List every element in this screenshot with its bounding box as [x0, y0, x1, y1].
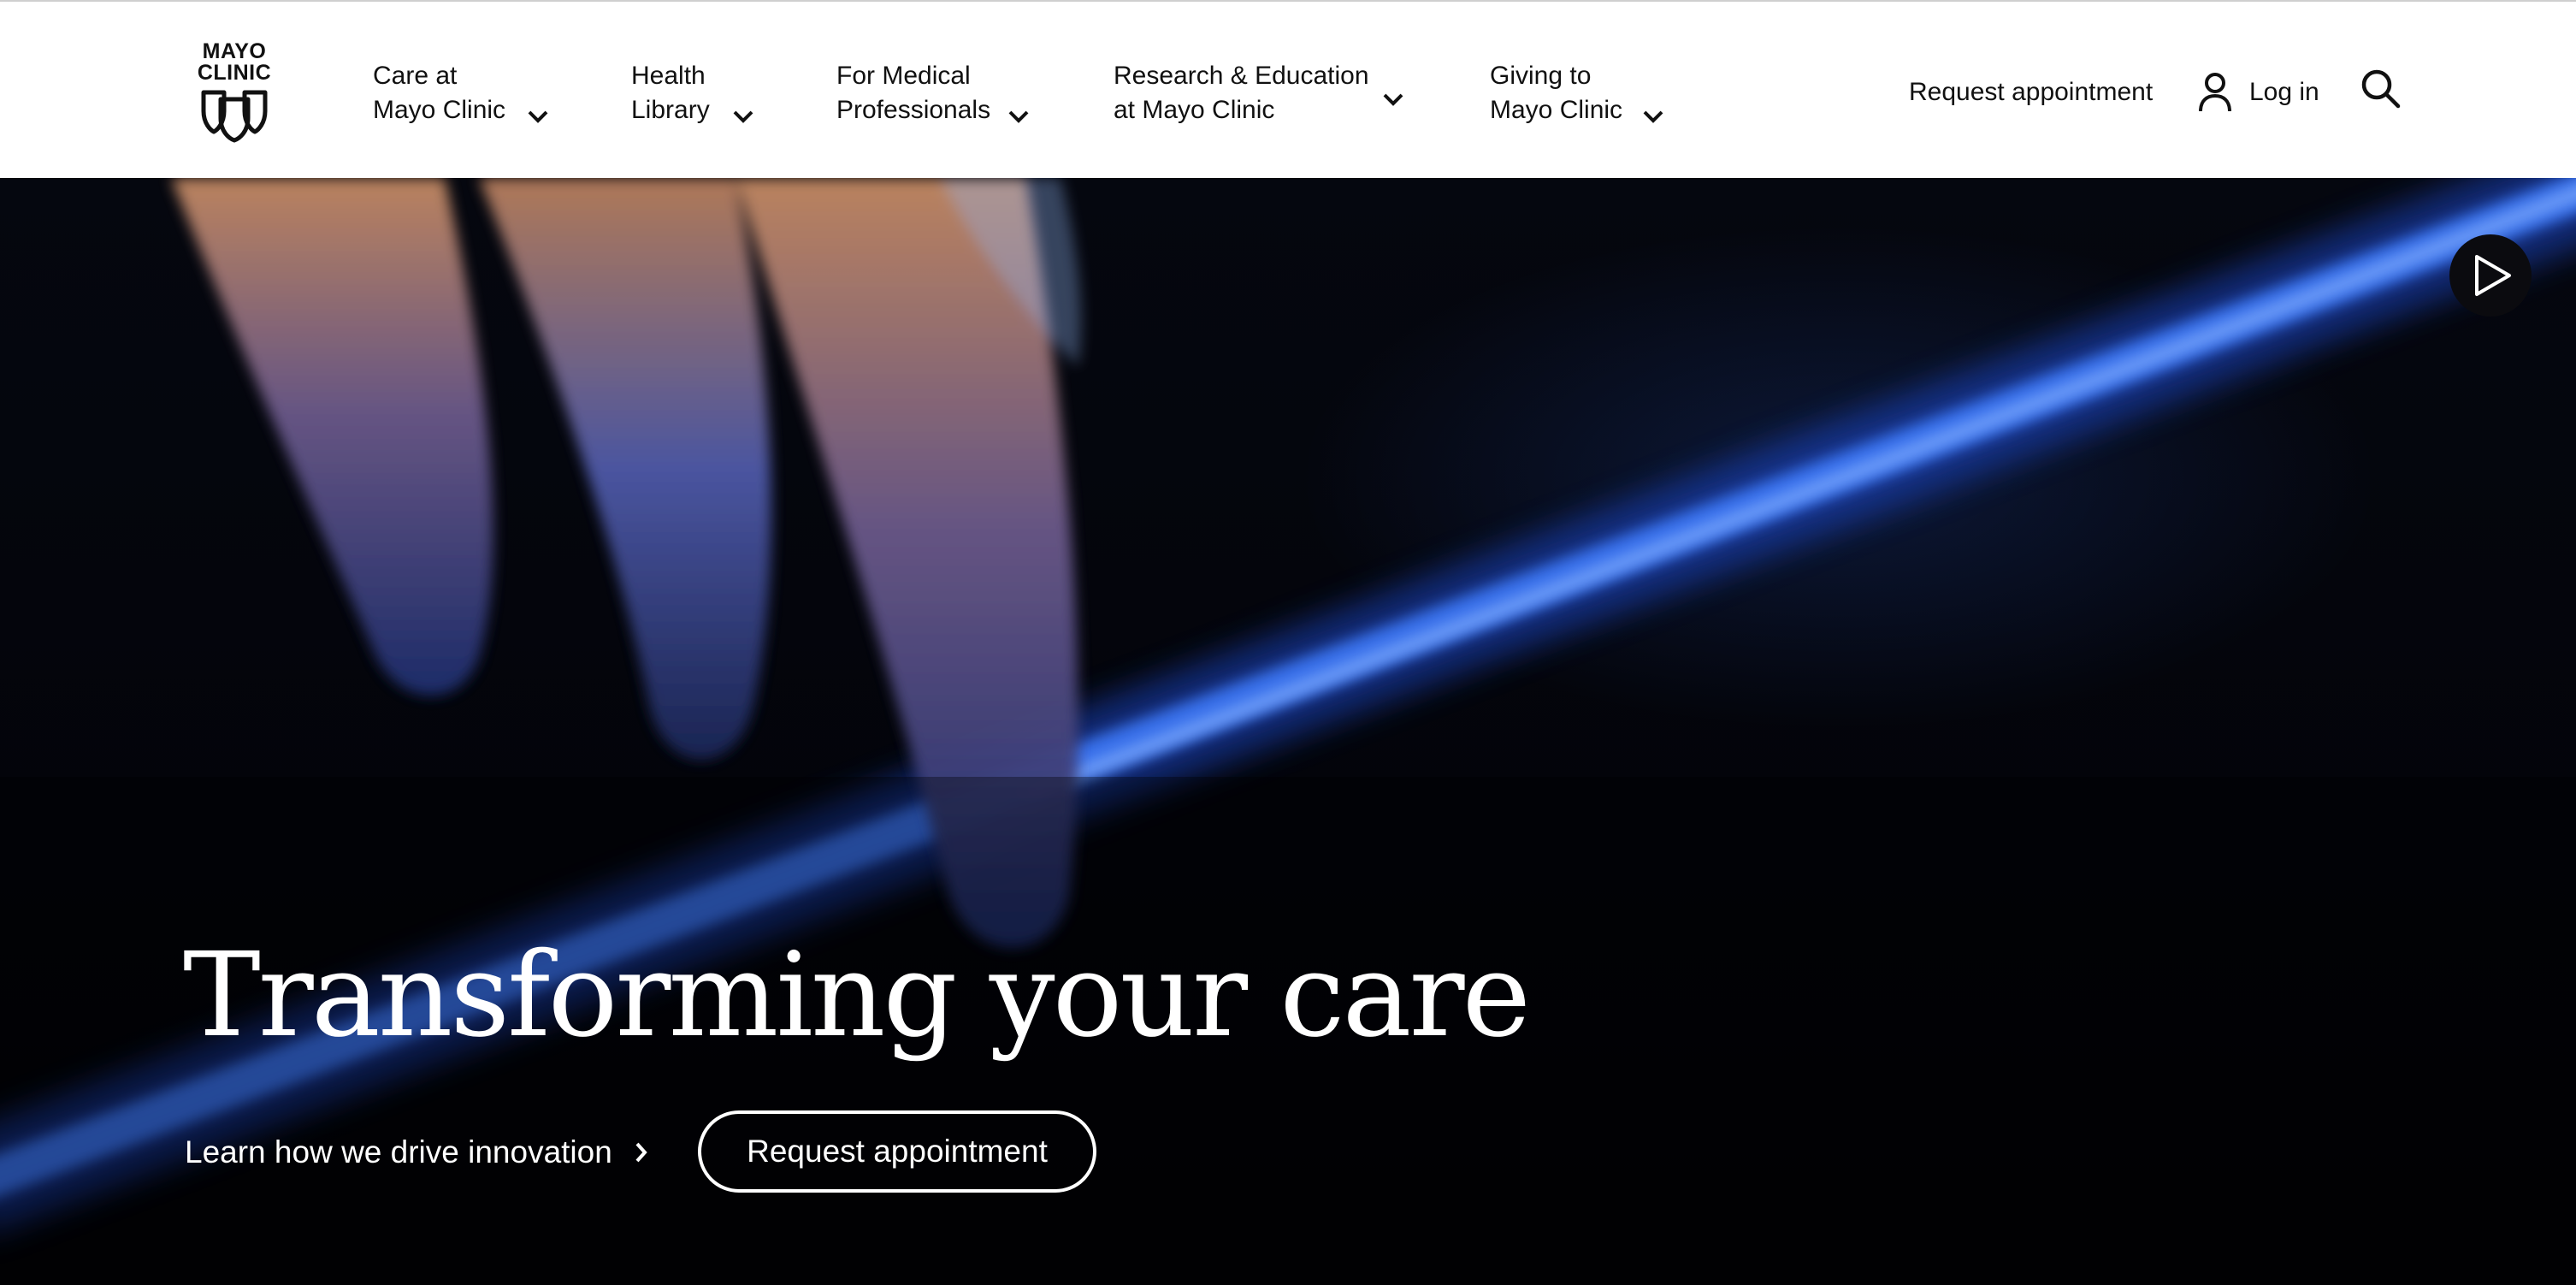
login-link[interactable]: Log in [2198, 70, 2319, 115]
hero-background-image [0, 178, 2576, 1285]
play-video-button[interactable] [2449, 234, 2532, 317]
nav-for-medical-professionals[interactable]: For Medical Professionals [836, 56, 1042, 130]
nav-label: Health Library [631, 62, 710, 124]
site-header: MAYO CLINIC Care at Mayo Clinic Health L… [0, 0, 2576, 178]
request-appointment-link[interactable]: Request appointment [1909, 75, 2153, 110]
login-label: Log in [2249, 78, 2319, 106]
chevron-right-icon [635, 1142, 647, 1163]
mayo-clinic-logo[interactable]: MAYO CLINIC [192, 39, 277, 143]
logo-word-mayo: MAYO [202, 39, 267, 63]
innovation-link-label: Learn how we drive innovation [185, 1134, 612, 1170]
nav-label: Care at Mayo Clinic [373, 62, 506, 124]
chevron-down-icon [733, 110, 753, 123]
request-appointment-button[interactable]: Request appointment [698, 1110, 1096, 1193]
hero-title: Transforming your care [183, 928, 1531, 1063]
logo-word-clinic: CLINIC [197, 61, 272, 85]
search-icon [2361, 69, 2401, 109]
nav-label: For Medical Professionals [836, 62, 991, 124]
nav-label: Giving to Mayo Clinic [1490, 62, 1623, 124]
chevron-down-icon [1383, 93, 1403, 106]
chevron-down-icon [1008, 110, 1029, 123]
play-icon [2475, 255, 2511, 296]
hero-section: Transforming your care [0, 178, 2576, 1285]
user-icon [2199, 73, 2231, 112]
mayo-shields-icon [201, 90, 268, 143]
nav-label: Research & Education at Mayo Clinic [1114, 62, 1369, 124]
nav-giving-to-mayo-clinic[interactable]: Giving to Mayo Clinic [1490, 56, 1669, 130]
nav-research-education[interactable]: Research & Education at Mayo Clinic [1114, 56, 1411, 130]
search-button[interactable] [2360, 68, 2402, 114]
chevron-down-icon [1643, 110, 1663, 123]
nav-health-library[interactable]: Health Library [631, 56, 759, 130]
learn-innovation-link[interactable]: Learn how we drive innovation [185, 1128, 648, 1177]
nav-care-at-mayo-clinic[interactable]: Care at Mayo Clinic [373, 56, 552, 130]
chevron-down-icon [528, 110, 548, 123]
